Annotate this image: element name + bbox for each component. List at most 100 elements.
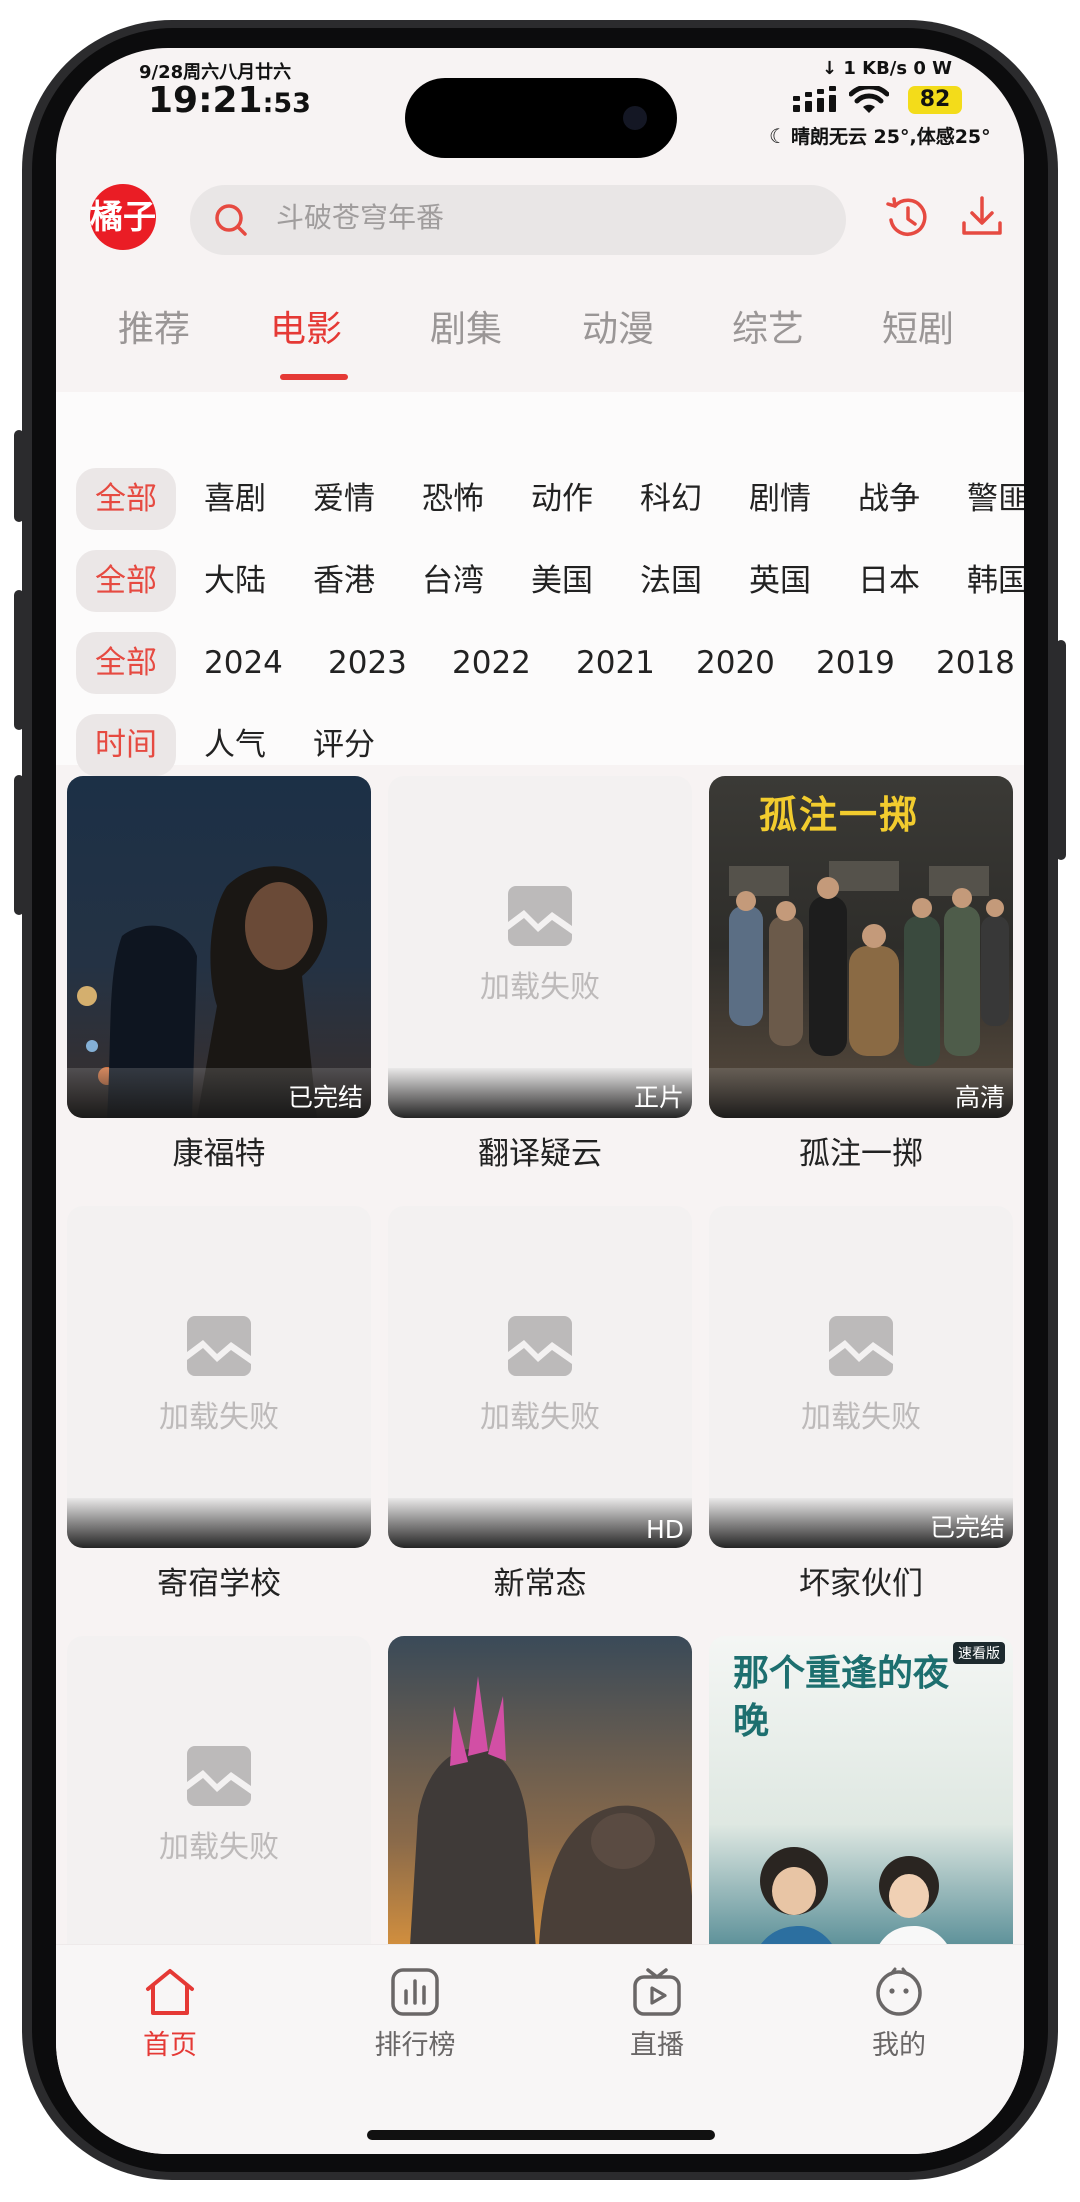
movie-poster[interactable]: 加载失败 已完结 — [709, 1206, 1013, 1548]
filter-option[interactable]: 英国 — [749, 550, 811, 612]
movie-poster[interactable]: 孤注一掷 高清 — [709, 776, 1013, 1118]
load-failed-placeholder: 加载失败 — [67, 1746, 371, 1866]
status-seconds: :53 — [262, 88, 311, 119]
status-badge: 已完结 — [287, 1083, 363, 1112]
filter-option[interactable]: 警匪 — [967, 468, 1024, 530]
filter-option[interactable]: 2019 — [816, 632, 895, 694]
tab-variety[interactable]: 综艺 — [732, 300, 804, 352]
nav-home-label: 首页 — [143, 2030, 197, 2061]
movie-poster[interactable]: 加载失败 — [67, 1636, 371, 1978]
poster-tag: 速看版 — [953, 1642, 1005, 1664]
search-bar[interactable] — [190, 185, 846, 255]
filter-option[interactable]: 大陆 — [204, 550, 266, 612]
movie-title[interactable]: 坏家伙们 — [709, 1558, 1013, 1603]
weather-status: ☾ 晴朗无云 25°,体感25° — [769, 122, 991, 149]
movie-poster[interactable]: 那个重逢的夜晚 速看版 — [709, 1636, 1013, 1978]
app-logo[interactable]: 橘子 — [90, 184, 156, 250]
poster-title-art: 那个重逢的夜晚 — [733, 1653, 950, 1742]
load-failed-placeholder: 加载失败 — [67, 1316, 371, 1436]
movie-poster[interactable] — [388, 1636, 692, 1978]
filter-option[interactable]: 法国 — [640, 550, 702, 612]
filter-option[interactable]: 爱情 — [313, 468, 375, 530]
tab-short[interactable]: 短剧 — [882, 300, 954, 352]
poster-gradient — [67, 1498, 371, 1548]
history-icon[interactable] — [881, 192, 931, 242]
status-badge: 高清 — [954, 1083, 1005, 1112]
movie-poster[interactable]: 已完结 — [67, 776, 371, 1118]
filter-option[interactable]: 喜剧 — [204, 468, 266, 530]
filter-chip-region-all[interactable]: 全部 — [76, 550, 176, 612]
filter-option[interactable]: 台湾 — [422, 550, 484, 612]
status-badge: HD — [645, 1515, 684, 1544]
download-icon[interactable] — [957, 192, 1007, 242]
tab-anime[interactable]: 动漫 — [582, 300, 654, 352]
filter-option[interactable]: 2023 — [328, 632, 407, 694]
filter-option[interactable]: 2020 — [696, 632, 775, 694]
power-button — [1056, 640, 1066, 860]
home-indicator[interactable] — [367, 2130, 715, 2140]
filter-row-sort: 时间 人气 评分 — [56, 714, 1024, 776]
filter-option[interactable]: 评分 — [313, 714, 375, 776]
filter-option[interactable]: 美国 — [531, 550, 593, 612]
load-failed-text: 加载失败 — [480, 970, 600, 1005]
nav-live[interactable]: 直播 — [577, 1967, 737, 2062]
nav-home[interactable]: 首页 — [90, 1967, 250, 2062]
camera-icon — [623, 106, 647, 130]
broken-image-icon — [187, 1316, 251, 1376]
filter-option[interactable]: 战争 — [858, 468, 920, 530]
filter-option[interactable]: 2021 — [576, 632, 655, 694]
movie-title[interactable]: 孤注一掷 — [709, 1128, 1013, 1173]
filter-chip-sort-time[interactable]: 时间 — [76, 714, 176, 776]
nav-live-label: 直播 — [630, 2030, 684, 2061]
filter-chip-genre-all[interactable]: 全部 — [76, 468, 176, 530]
wifi-icon — [849, 86, 889, 113]
tv-icon — [633, 1968, 681, 2016]
filter-chip-year-all[interactable]: 全部 — [76, 632, 176, 694]
poster-image — [67, 776, 371, 1118]
filter-option[interactable]: 日本 — [858, 550, 920, 612]
volume-up-button — [14, 590, 24, 730]
filter-option[interactable]: 动作 — [531, 468, 593, 530]
filter-option[interactable]: 2022 — [452, 632, 531, 694]
movie-title[interactable]: 寄宿学校 — [67, 1558, 371, 1603]
face-icon — [876, 1967, 922, 2016]
movie-title[interactable]: 新常态 — [388, 1558, 692, 1603]
status-clock: 19:21 — [148, 80, 263, 121]
tab-movie[interactable]: 电影 — [270, 300, 342, 352]
status-badge: 已完结 — [929, 1513, 1005, 1542]
broken-image-icon — [829, 1316, 893, 1376]
load-failed-text: 加载失败 — [159, 1830, 279, 1865]
movie-title[interactable]: 康福特 — [67, 1128, 371, 1173]
status-badge: 正片 — [633, 1083, 684, 1112]
filter-option[interactable]: 韩国 — [967, 550, 1024, 612]
chart-icon — [391, 1968, 439, 2016]
poster-title-art: 孤注一掷 — [759, 793, 920, 837]
load-failed-placeholder: 加载失败 — [388, 886, 692, 1006]
broken-image-icon — [508, 886, 572, 946]
filter-option[interactable]: 剧情 — [749, 468, 811, 530]
filter-option[interactable]: 人气 — [204, 714, 266, 776]
weather-text: 晴朗无云 25°,体感25° — [790, 126, 991, 148]
filter-option[interactable]: 2024 — [204, 632, 283, 694]
movie-poster[interactable]: 加载失败 — [67, 1206, 371, 1548]
filter-option[interactable]: 科幻 — [640, 468, 702, 530]
search-input[interactable] — [276, 201, 796, 234]
broken-image-icon — [187, 1746, 251, 1806]
filter-option[interactable]: 香港 — [313, 550, 375, 612]
movie-title[interactable]: 翻译疑云 — [388, 1128, 692, 1173]
tab-recommend[interactable]: 推荐 — [118, 300, 190, 352]
nav-ranking[interactable]: 排行榜 — [335, 1967, 495, 2062]
poster-image — [388, 1636, 692, 1978]
tab-series[interactable]: 剧集 — [430, 300, 502, 352]
home-icon — [146, 1969, 194, 2015]
filter-row-region: 全部 大陆 香港 台湾 美国 法国 英国 日本 韩国 — [56, 550, 1024, 612]
movie-poster[interactable]: 加载失败 HD — [388, 1206, 692, 1548]
filter-option[interactable]: 恐怖 — [422, 468, 484, 530]
network-speed: ↓ 1 KB/s 0 W — [822, 58, 953, 79]
dynamic-island — [405, 78, 677, 158]
broken-image-icon — [508, 1316, 572, 1376]
nav-profile[interactable]: 我的 — [819, 1967, 979, 2062]
movie-poster[interactable]: 加载失败 正片 — [388, 776, 692, 1118]
filter-option[interactable]: 2018 — [936, 632, 1015, 694]
signal-icon — [793, 86, 836, 112]
